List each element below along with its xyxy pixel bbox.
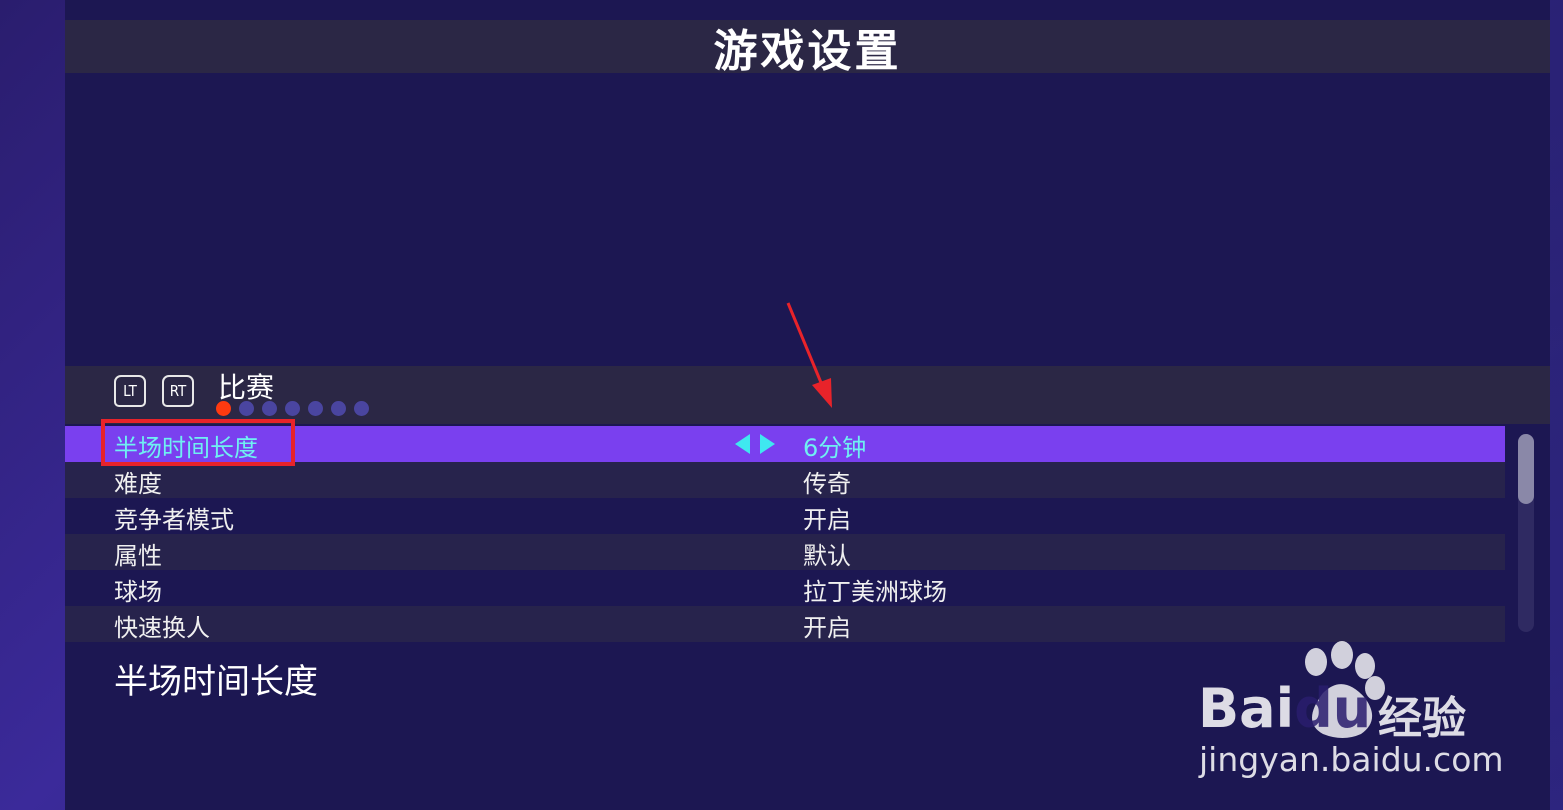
watermark-brand: Baidu (1198, 677, 1372, 740)
watermark-suffix: 经验 (1378, 693, 1466, 744)
watermark-url: jingyan.baidu.com (1199, 740, 1504, 779)
